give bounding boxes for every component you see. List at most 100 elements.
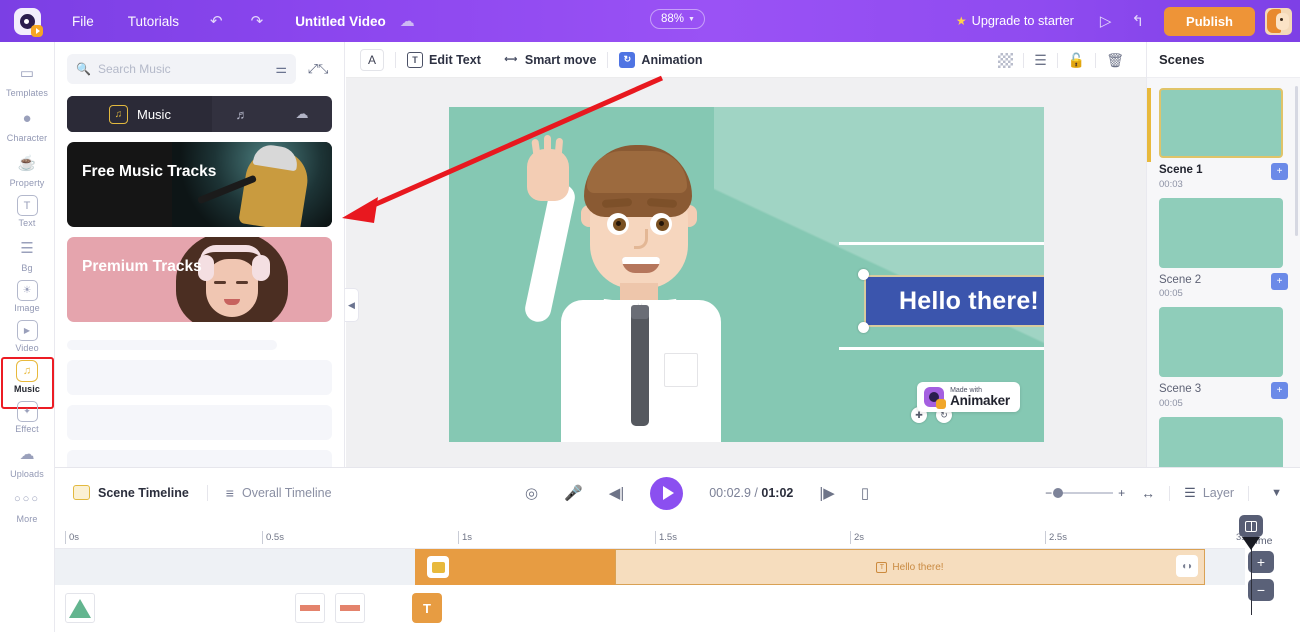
zoom-out-icon[interactable]: − [1045, 486, 1052, 500]
menu-file[interactable]: File [55, 14, 111, 29]
sidebar-item-effect[interactable]: ✦ Effect [0, 397, 55, 437]
premium-tracks-card[interactable]: Premium Tracks [67, 237, 332, 322]
sidebar-item-uploads[interactable]: ☁ Uploads [0, 437, 55, 482]
scene-item-2[interactable]: Scene 2 00:05 + [1159, 197, 1288, 308]
delete-trash-icon[interactable]: 🗑 [1096, 52, 1134, 69]
arrange-layers-icon[interactable]: ☰ [1024, 52, 1057, 69]
share-icon[interactable]: ↰ [1121, 12, 1154, 30]
clip-transition-icon[interactable]: ◖◗ [1176, 555, 1198, 577]
sidebar-item-image[interactable]: ☀ Image [0, 276, 55, 316]
scene-clip[interactable] [415, 549, 615, 585]
timeline-playhead[interactable] [1239, 515, 1263, 615]
toolbar-divider [607, 51, 609, 68]
sidebar-item-text[interactable]: T Text [0, 191, 55, 231]
scene-item-3[interactable]: Scene 3 00:05 + [1159, 307, 1288, 417]
scene-thumbnail[interactable] [1159, 197, 1283, 268]
upgrade-button[interactable]: ★ Upgrade to starter [956, 14, 1074, 28]
redo-icon[interactable]: ↷ [237, 12, 278, 30]
timeline-zoom-slider[interactable]: − + [1045, 486, 1125, 500]
fit-width-icon[interactable]: ↔ [1141, 485, 1155, 501]
chevron-down-icon[interactable]: ▼ [1263, 487, 1290, 499]
edit-text-button[interactable]: T Edit Text [407, 51, 481, 68]
layer-button[interactable]: ☰ Layer [1184, 485, 1234, 501]
sidebar-item-music[interactable]: ♫ Music [0, 356, 55, 409]
add-scene-icon[interactable]: + [1271, 272, 1288, 290]
scene-thumbnail[interactable] [1159, 88, 1283, 158]
scenes-list[interactable]: Scene 1 00:03 + Scene 2 00:05 + Scene 3 … [1147, 78, 1300, 467]
layer-stack-icon: ☰ [1184, 485, 1196, 500]
add-scene-icon[interactable]: + [1271, 382, 1288, 400]
sidebar-item-video[interactable]: ▶ Video [0, 316, 55, 356]
zoom-slider-knob[interactable] [1053, 488, 1064, 498]
text-clip[interactable]: T Hello there! ◖◗ [615, 549, 1205, 585]
zoom-level-selector[interactable]: 88% ▼ [650, 9, 705, 29]
project-title[interactable]: Untitled Video [277, 14, 396, 29]
chevron-down-icon: ▼ [688, 15, 695, 23]
selected-text-element[interactable]: Hello there! [858, 269, 1044, 333]
decor-line-bottom [839, 347, 1044, 350]
filter-sliders-icon[interactable]: ⚌ [275, 61, 287, 77]
timeline-tracks[interactable]: 0s 0.5s 1s 1.5s 2s 2.5s 3s T Hello there… [55, 515, 1300, 632]
scenes-scrollbar[interactable] [1295, 86, 1298, 236]
line-item-1[interactable] [295, 593, 325, 623]
search-box[interactable]: 🔍 ⚌ [67, 54, 296, 84]
subtitle-icon[interactable]: ▯ [861, 484, 869, 502]
panel-collapse-button[interactable]: ◀ [345, 288, 359, 322]
resize-handle-bottom-left[interactable] [858, 322, 869, 333]
more-dots-icon: ○○○ [14, 493, 40, 505]
transparency-icon[interactable] [988, 52, 1023, 68]
expand-fullscreen-icon[interactable]: ⤢⤡ [304, 55, 332, 83]
free-music-tracks-card[interactable]: Free Music Tracks [67, 142, 332, 227]
upload-cloud-icon: ☁ [295, 106, 309, 121]
canvas-board[interactable]: Hello there! ✚ ↻ Made with Animaker [449, 107, 1044, 442]
timeline-track-main[interactable]: T Hello there! ◖◗ [55, 549, 1245, 585]
skip-previous-icon[interactable]: ◀| [609, 484, 624, 502]
layer-label: Layer [1202, 486, 1235, 500]
tab-overall-timeline[interactable]: ≡ Overall Timeline [226, 485, 332, 501]
undo-icon[interactable]: ↶ [196, 12, 237, 30]
timeline-ruler[interactable]: 0s 0.5s 1s 1.5s 2s 2.5s 3s [55, 531, 1246, 549]
focus-target-icon[interactable]: ◎ [525, 484, 538, 502]
preview-play-icon[interactable]: ▷ [1090, 12, 1122, 30]
line-item-2[interactable] [335, 593, 365, 623]
sidebar-label-effect: Effect [15, 424, 39, 434]
shape-triangle-item[interactable] [65, 593, 95, 623]
publish-button[interactable]: Publish [1164, 6, 1255, 36]
menu-tutorials[interactable]: Tutorials [111, 14, 196, 29]
resize-handle-top-left[interactable] [858, 269, 869, 280]
sidebar-item-more[interactable]: ○○○ More [0, 482, 55, 527]
add-scene-icon[interactable]: + [1271, 163, 1288, 180]
tab-sound-effects[interactable]: ♬ [212, 96, 272, 132]
sidebar-label-image: Image [14, 303, 40, 313]
play-icon[interactable] [650, 476, 684, 510]
font-button[interactable]: A [360, 48, 384, 71]
user-avatar[interactable] [1265, 7, 1292, 35]
app-logo[interactable] [0, 0, 55, 42]
tab-scene-timeline[interactable]: Scene Timeline [55, 485, 189, 500]
zoom-in-icon[interactable]: + [1118, 486, 1125, 500]
tab-music[interactable]: ♫ Music [67, 96, 212, 132]
animation-button[interactable]: ↻ Animation [619, 51, 703, 68]
playback-controls: ◎ 🎤 ◀| 00:02.9 / 01:02 |▶ ▯ [525, 468, 869, 518]
character-illustration[interactable] [489, 125, 724, 442]
smart-move-button[interactable]: ⟷ Smart move [503, 52, 596, 68]
scene-item-1[interactable]: Scene 1 00:03 + [1159, 88, 1288, 198]
playhead-grip-icon[interactable] [1239, 515, 1263, 537]
scene-thumbnail[interactable] [1159, 416, 1283, 467]
scene-thumbnail[interactable] [1159, 307, 1283, 378]
sidebar-item-property[interactable]: ☕ Property [0, 146, 55, 191]
text-item[interactable]: T [412, 593, 442, 623]
sidebar-label-property: Property [9, 178, 45, 188]
sidebar-item-character[interactable]: ● Character [0, 101, 55, 146]
tab-upload-music[interactable]: ☁ [272, 96, 332, 132]
unlock-icon[interactable]: 🔓 [1058, 52, 1095, 69]
canvas-stage[interactable]: Hello there! ✚ ↻ Made with Animaker [346, 78, 1146, 467]
sidebar-item-templates[interactable]: ▭ Templates [0, 56, 55, 101]
skip-next-icon[interactable]: |▶ [819, 484, 834, 502]
sidebar-item-bg[interactable]: ☰ Bg [0, 231, 55, 276]
timeline-item-row[interactable]: T [55, 589, 1245, 629]
top-bar: File Tutorials ↶ ↷ Untitled Video ☁ 88% … [0, 0, 1300, 42]
cloud-saved-icon: ☁ [399, 13, 415, 30]
microphone-icon[interactable]: 🎤 [564, 484, 583, 502]
search-input[interactable] [97, 62, 269, 76]
